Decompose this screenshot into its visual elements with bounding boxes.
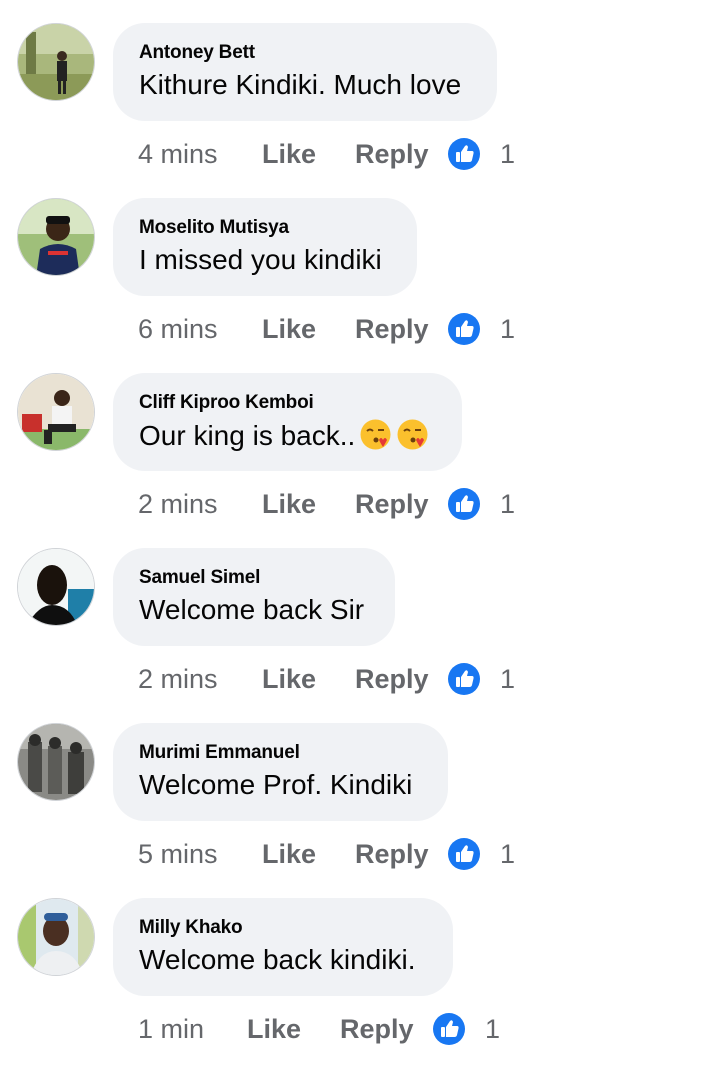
kissing-face-icon [359, 418, 392, 451]
comment-bubble: Murimi Emmanuel Welcome Prof. Kindiki [113, 723, 448, 821]
comment-time[interactable]: 4 mins [138, 137, 218, 171]
comment-bubble: Moselito Mutisya I missed you kindiki [113, 198, 417, 296]
avatar[interactable] [17, 898, 95, 976]
reply-button[interactable]: Reply [355, 137, 429, 171]
avatar[interactable] [17, 23, 95, 101]
thumbs-up-icon[interactable] [448, 313, 480, 345]
comment-item: Samuel Simel Welcome back Sir 2 mins Lik… [0, 548, 720, 723]
avatar-image [18, 549, 94, 625]
comment-item: Antoney Bett Kithure Kindiki. Much love … [0, 23, 720, 198]
comment-time[interactable]: 6 mins [138, 312, 218, 346]
reply-button[interactable]: Reply [355, 837, 429, 871]
comment-time[interactable]: 2 mins [138, 487, 218, 521]
reply-button[interactable]: Reply [355, 662, 429, 696]
avatar-image [18, 724, 94, 800]
reply-button[interactable]: Reply [355, 312, 429, 346]
comment-item: Murimi Emmanuel Welcome Prof. Kindiki 5 … [0, 723, 720, 898]
avatar-image [18, 24, 94, 100]
avatar-image [18, 374, 94, 450]
comment-text: Welcome back kindiki. [139, 944, 416, 975]
kissing-face-icon [396, 418, 429, 451]
thumbs-up-icon[interactable] [448, 663, 480, 695]
avatar[interactable] [17, 373, 95, 451]
comment-time[interactable]: 2 mins [138, 662, 218, 696]
reaction-count[interactable]: 1 [485, 1012, 500, 1046]
comment-bubble: Cliff Kiproo Kemboi Our king is back.. [113, 373, 462, 471]
comment-text: I missed you kindiki [139, 244, 382, 275]
like-button[interactable]: Like [262, 137, 316, 171]
reaction-count[interactable]: 1 [500, 837, 515, 871]
comment-author[interactable]: Moselito Mutisya [139, 217, 391, 239]
reaction-count[interactable]: 1 [500, 487, 515, 521]
thumbs-up-icon[interactable] [448, 138, 480, 170]
comment-text: Welcome back Sir [139, 594, 365, 625]
reaction-count[interactable]: 1 [500, 312, 515, 346]
comment-time[interactable]: 5 mins [138, 837, 218, 871]
comment-bubble: Samuel Simel Welcome back Sir [113, 548, 395, 646]
comment-item: Moselito Mutisya I missed you kindiki 6 … [0, 198, 720, 373]
avatar[interactable] [17, 198, 95, 276]
reply-button[interactable]: Reply [340, 1012, 414, 1046]
comment-text-content: Our king is back.. [139, 420, 356, 451]
avatar[interactable] [17, 548, 95, 626]
thumbs-up-icon[interactable] [448, 488, 480, 520]
reply-button[interactable]: Reply [355, 487, 429, 521]
comment-author[interactable]: Milly Khako [139, 917, 427, 939]
avatar-image [18, 899, 94, 975]
comment-author[interactable]: Antoney Bett [139, 42, 471, 64]
comment-text: Kithure Kindiki. Much love [139, 69, 462, 100]
like-button[interactable]: Like [262, 662, 316, 696]
like-button[interactable]: Like [247, 1012, 301, 1046]
like-button[interactable]: Like [262, 487, 316, 521]
comment-item: Cliff Kiproo Kemboi Our king is back.. 2… [0, 373, 720, 548]
comment-item: Milly Khako Welcome back kindiki. 1 min … [0, 898, 720, 1073]
reaction-count[interactable]: 1 [500, 662, 515, 696]
comment-bubble: Milly Khako Welcome back kindiki. [113, 898, 453, 996]
comment-author[interactable]: Murimi Emmanuel [139, 742, 422, 764]
comment-bubble: Antoney Bett Kithure Kindiki. Much love [113, 23, 497, 121]
comment-text: Our king is back.. [139, 418, 436, 453]
avatar[interactable] [17, 723, 95, 801]
comment-author[interactable]: Cliff Kiproo Kemboi [139, 392, 436, 414]
reaction-count[interactable]: 1 [500, 137, 515, 171]
like-button[interactable]: Like [262, 312, 316, 346]
avatar-image [18, 199, 94, 275]
like-button[interactable]: Like [262, 837, 316, 871]
thumbs-up-icon[interactable] [448, 838, 480, 870]
comment-author[interactable]: Samuel Simel [139, 567, 369, 589]
comment-text: Welcome Prof. Kindiki [139, 769, 413, 800]
comment-time[interactable]: 1 min [138, 1012, 204, 1046]
thumbs-up-icon[interactable] [433, 1013, 465, 1045]
